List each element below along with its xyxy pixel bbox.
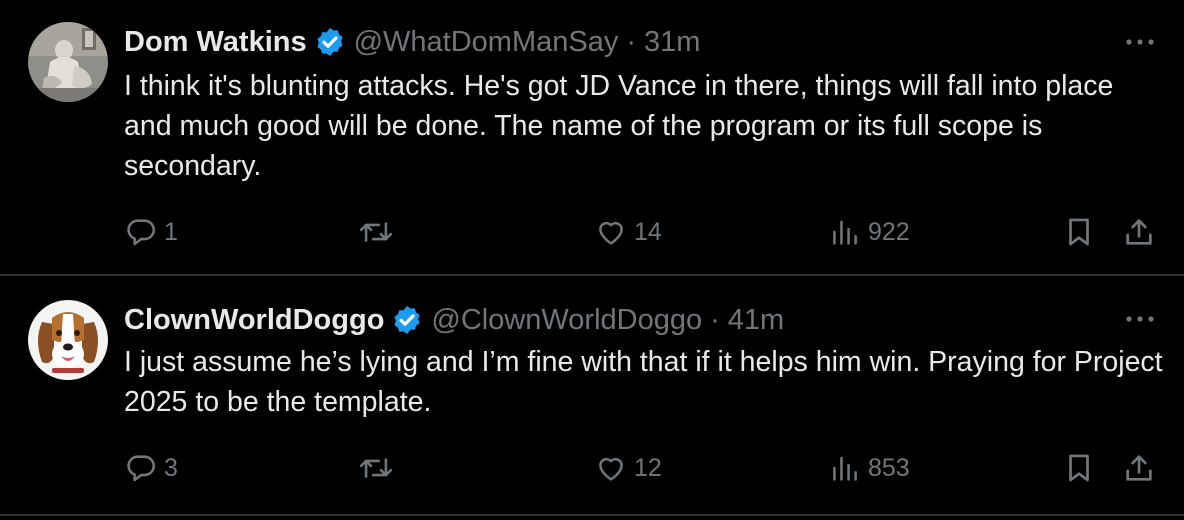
bookmark-icon bbox=[1069, 218, 1089, 246]
view-count: 922 bbox=[868, 217, 910, 246]
bookmark-button[interactable] bbox=[1062, 446, 1096, 490]
author-handle[interactable]: @WhatDomManSay bbox=[354, 22, 619, 62]
like-button[interactable]: 14 bbox=[594, 210, 662, 254]
views-button[interactable]: 853 bbox=[828, 446, 910, 490]
tweet-feed: Dom Watkins @WhatDomManSay · 31m I think… bbox=[0, 0, 1184, 520]
tweet-actions: 3 12 853 bbox=[0, 446, 1184, 490]
tweet-text: I think it's blunting attacks. He's got … bbox=[124, 70, 1114, 182]
bookmark-button[interactable] bbox=[1062, 210, 1096, 254]
reply-bubble-icon bbox=[127, 455, 156, 482]
beagle-avatar-image bbox=[28, 300, 108, 380]
retweet-button[interactable] bbox=[356, 446, 402, 490]
views-bars-icon bbox=[833, 220, 857, 245]
view-count: 853 bbox=[868, 453, 910, 482]
like-button[interactable]: 12 bbox=[594, 446, 662, 490]
timestamp[interactable]: 31m bbox=[644, 22, 700, 62]
heart-icon bbox=[599, 457, 623, 481]
views-bars-icon bbox=[833, 456, 857, 481]
retweet-icon bbox=[359, 458, 393, 478]
reply-count: 1 bbox=[164, 217, 178, 246]
share-button[interactable] bbox=[1122, 210, 1156, 254]
reply-button[interactable]: 1 bbox=[124, 210, 178, 254]
tweet-actions: 1 14 922 bbox=[0, 210, 1184, 254]
like-count: 12 bbox=[634, 453, 662, 482]
like-count: 14 bbox=[634, 217, 662, 246]
author-name[interactable]: ClownWorldDoggo bbox=[124, 300, 384, 340]
verified-badge-icon bbox=[314, 26, 346, 58]
tweet[interactable]: Dom Watkins @WhatDomManSay · 31m I think… bbox=[0, 0, 1184, 276]
author-handle[interactable]: @ClownWorldDoggo bbox=[431, 300, 702, 340]
avatar[interactable] bbox=[28, 300, 108, 380]
timestamp[interactable]: 41m bbox=[728, 300, 784, 340]
reply-count: 3 bbox=[164, 453, 178, 482]
share-button[interactable] bbox=[1122, 446, 1156, 490]
bookmark-icon bbox=[1069, 454, 1089, 482]
share-upload-icon bbox=[1126, 219, 1152, 245]
statue-avatar-image bbox=[28, 22, 108, 102]
tweet-header: Dom Watkins @WhatDomManSay · 31m bbox=[124, 22, 700, 62]
separator-dot: · bbox=[626, 26, 637, 58]
heart-icon bbox=[599, 221, 623, 245]
share-upload-icon bbox=[1126, 455, 1152, 481]
views-button[interactable]: 922 bbox=[828, 210, 910, 254]
reply-bubble-icon bbox=[127, 219, 156, 246]
verified-badge-icon bbox=[391, 304, 423, 336]
tweet-header: ClownWorldDoggo @ClownWorldDoggo · 41m bbox=[124, 300, 784, 340]
retweet-icon bbox=[359, 222, 393, 242]
tweet[interactable]: ClownWorldDoggo @ClownWorldDoggo · 41m I… bbox=[0, 276, 1184, 516]
tweet-text: I just assume he’s lying and I’m fine wi… bbox=[124, 346, 1163, 418]
reply-button[interactable]: 3 bbox=[124, 446, 178, 490]
retweet-button[interactable] bbox=[356, 210, 402, 254]
avatar[interactable] bbox=[28, 22, 108, 102]
more-dots-icon[interactable] bbox=[1120, 304, 1160, 334]
author-name[interactable]: Dom Watkins bbox=[124, 22, 307, 62]
separator-dot: · bbox=[710, 304, 720, 336]
more-dots-icon[interactable] bbox=[1120, 27, 1160, 57]
